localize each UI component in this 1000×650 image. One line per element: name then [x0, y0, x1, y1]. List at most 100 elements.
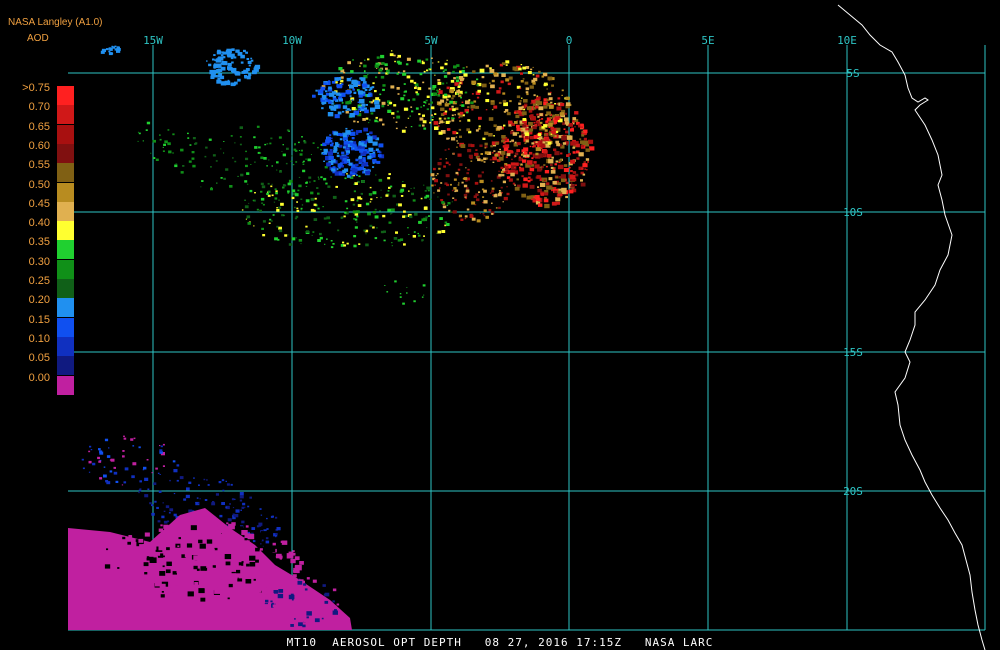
aerosol-pixel [257, 565, 265, 571]
aerosol-pixel [417, 87, 422, 91]
aerosol-pixel [354, 182, 358, 185]
aerosol-pixel [517, 110, 522, 114]
aerosol-pixel [516, 124, 520, 128]
aerosol-pixel [509, 100, 512, 103]
aerosol-pixel [524, 142, 527, 145]
aerosol-pixel [520, 163, 523, 165]
aerosol-pixel [152, 157, 156, 159]
aerosol-pixel [245, 525, 249, 528]
aerosol-pixel [459, 70, 462, 73]
aerosol-pixel [244, 180, 248, 183]
aerosol-pixel [570, 182, 573, 184]
aerosol-pixel [509, 140, 512, 143]
aerosol-pixel [475, 105, 479, 109]
aerosol-pixel [536, 175, 542, 179]
aerosol-pixel [484, 142, 488, 146]
legend-label: 0.00 [28, 371, 50, 384]
aerosol-pixel [271, 165, 273, 167]
aerosol-pixel [476, 96, 480, 99]
aerosol-pixel [167, 537, 170, 539]
lat-label: 5S [846, 67, 859, 80]
aerosol-pixel [260, 190, 263, 193]
aerosol-pixel [434, 74, 436, 76]
aerosol-pixel [430, 106, 435, 110]
aerosol-pixel [506, 192, 510, 196]
aerosol-pixel [374, 90, 377, 93]
aerosol-pixel [481, 188, 485, 191]
aerosol-pixel [241, 506, 245, 509]
aerosol-pixel [497, 125, 502, 130]
legend-label: 0.25 [28, 275, 50, 287]
aerosol-pixel [144, 477, 149, 481]
aerosol-pixel [325, 182, 328, 185]
aerosol-pixel [374, 100, 380, 105]
aerosol-pixel [346, 173, 348, 175]
aerosol-pixel [323, 217, 327, 220]
aerosol-pixel [367, 74, 369, 75]
aerosol-pixel [528, 176, 531, 179]
legend-label: 0.70 [28, 101, 50, 114]
aerosol-pixel [256, 125, 260, 128]
aerosol-pixel [508, 178, 513, 182]
aerosol-pixel [370, 198, 373, 201]
aerosol-pixel [485, 64, 489, 68]
aerosol-pixel [528, 109, 533, 113]
aerosol-pixel [219, 514, 223, 518]
aerosol-pixel [290, 624, 294, 627]
aerosol-pixel [292, 574, 297, 578]
aerosol-pixel [506, 186, 508, 188]
aerosol-pixel [384, 285, 386, 286]
aerosol-pixel [179, 476, 184, 480]
aerosol-pixel [364, 109, 369, 114]
aerosol-pixel [413, 81, 417, 84]
aerosol-pixel [139, 488, 142, 490]
aerosol-pixel [420, 106, 423, 108]
aerosol-pixel [413, 187, 415, 189]
aerosol-pixel [578, 152, 584, 157]
aerosol-pixel [482, 201, 484, 204]
aerosol-pixel [372, 159, 377, 163]
aerosol-pixel [491, 79, 495, 83]
aerosol-pixel [519, 87, 522, 90]
aerosol-pixel [142, 140, 144, 142]
aerosol-pixel [159, 445, 161, 447]
aerosol-pixel [211, 547, 215, 550]
aerosol-pixel [173, 493, 176, 495]
aerosol-pixel [396, 60, 401, 64]
aerosol-pixel [138, 492, 140, 494]
aerosol-pixel [300, 149, 303, 152]
aerosol-pixel [161, 515, 165, 519]
aerosol-pixel [526, 140, 529, 143]
aerosol-pixel [244, 205, 249, 209]
aerosol-pixel [224, 554, 232, 560]
aerosol-pixel [187, 132, 189, 135]
aerosol-pixel [499, 148, 501, 151]
legend-label: 0.50 [28, 178, 50, 191]
aerosol-pixel [572, 171, 577, 174]
aerosol-pixel [172, 571, 177, 575]
aerosol-pixel [436, 89, 439, 92]
aerosol-pixel [529, 136, 534, 140]
aerosol-pixel [460, 144, 466, 148]
aerosol-pixel [106, 481, 111, 485]
aerosol-pixel [466, 111, 469, 114]
aerosol-pixel [406, 75, 411, 79]
aerosol-pixel [490, 180, 493, 182]
aerosol-pixel [551, 84, 554, 87]
aerosol-pixel [576, 157, 580, 160]
aerosol-pixel [459, 73, 461, 75]
aerosol-pixel [339, 138, 343, 141]
aerosol-pixel [199, 543, 206, 549]
aerosol-pixel [260, 156, 264, 159]
aerosol-pixel [580, 123, 584, 127]
aerosol-pixel [288, 604, 294, 609]
aerosol-pixel [448, 163, 451, 166]
aerosol-pixel [525, 87, 530, 91]
aerosol-pixel [437, 189, 441, 192]
aerosol-pixel [275, 555, 279, 558]
aerosol-pixel [326, 162, 331, 167]
aerosol-pixel [466, 208, 470, 211]
aerosol-pixel [278, 136, 282, 139]
aerosol-pixel [444, 149, 447, 151]
aerosol-pixel [346, 108, 350, 111]
